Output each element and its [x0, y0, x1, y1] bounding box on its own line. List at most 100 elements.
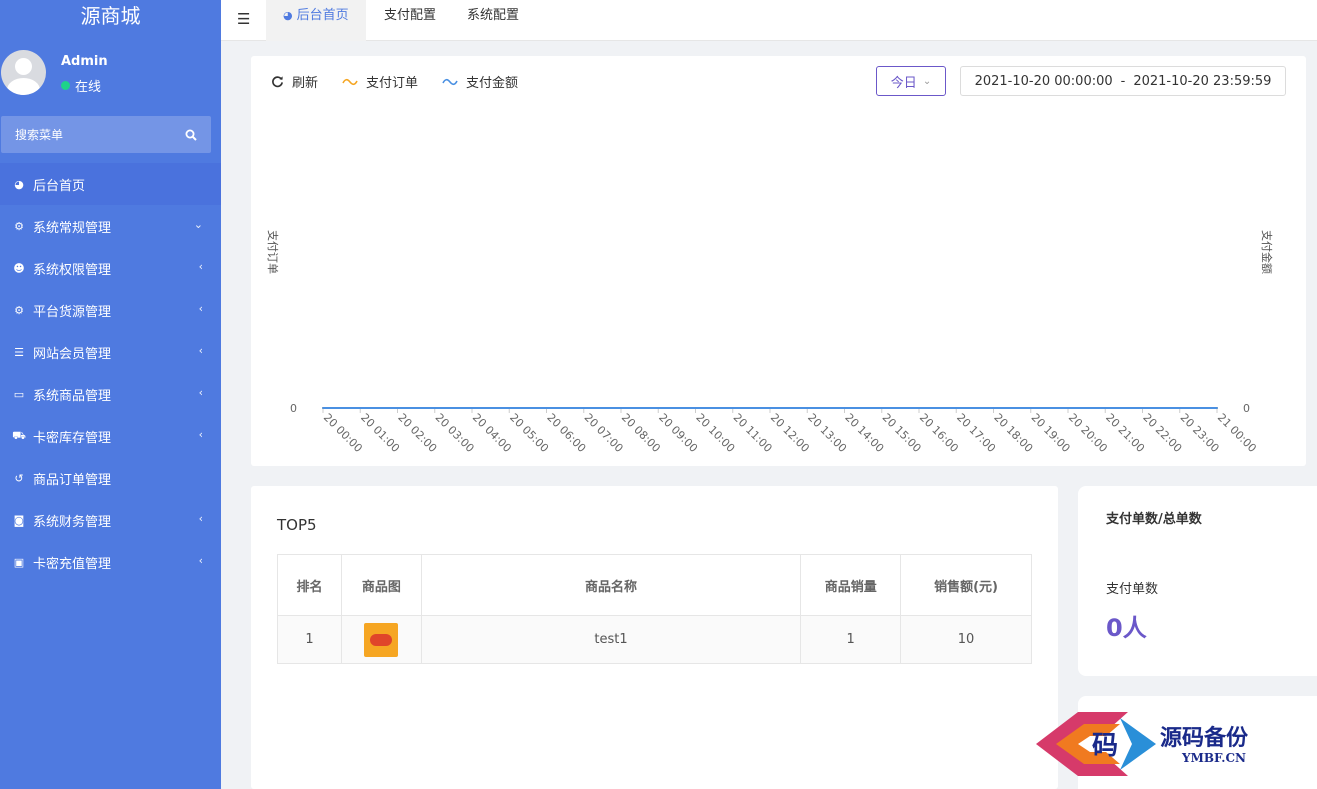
series-1-point — [918, 407, 920, 409]
search-icon[interactable] — [185, 129, 197, 141]
watermark-text: 源码备份 — [1160, 725, 1249, 751]
chevron-down-icon: ⌄ — [922, 75, 932, 87]
series-1-point — [731, 407, 734, 409]
users-icon: ☻ — [13, 261, 25, 275]
legend-orders-label: 支付订单 — [366, 76, 419, 91]
stats-label: 支付单数 — [1106, 582, 1159, 597]
period-select[interactable]: 今日 ⌄ — [876, 66, 946, 96]
stats-title: 支付单数/总单数 — [1106, 512, 1202, 527]
x-tick-label: 20 04:00 — [470, 411, 514, 455]
x-tick-label: 20 03:00 — [433, 411, 477, 455]
sidebar-item-label: 平台货源管理 — [33, 304, 112, 320]
series-1-point — [657, 407, 660, 409]
sidebar-item-3[interactable]: ⚙ 平台货源管理 ‹ — [0, 289, 221, 331]
dashboard-icon: ◕ — [14, 177, 24, 191]
sidebar-item-4[interactable]: ☰ 网站会员管理 ‹ — [0, 331, 221, 373]
legend-amount-label: 支付金额 — [466, 76, 519, 91]
date-separator: - — [1120, 73, 1126, 89]
cell-sales: 1 — [800, 615, 902, 664]
sidebar-item-5[interactable]: ▭ 系统商品管理 ‹ — [0, 373, 221, 415]
sidebar-item-2[interactable]: ☻ 系统权限管理 ‹ — [0, 247, 221, 289]
y-right-axis-label: 支付金额 — [1260, 230, 1274, 274]
x-tick-label: 20 01:00 — [358, 411, 402, 455]
sidebar-item-label: 后台首页 — [33, 178, 86, 194]
tab-dashboard-label: 后台首页 — [296, 8, 349, 23]
search-menu-input[interactable]: 搜索菜单 — [1, 116, 211, 153]
refresh-button[interactable]: 刷新 — [271, 72, 318, 91]
x-tick-label: 20 10:00 — [693, 411, 737, 455]
avatar[interactable] — [1, 50, 46, 95]
date-range-input[interactable]: 2021-10-20 00:00:00 - 2021-10-20 23:59:5… — [960, 66, 1286, 96]
cell-rank: 1 — [277, 615, 342, 664]
sidebar-item-6[interactable]: ⛟ 卡密库存管理 ‹ — [0, 415, 221, 457]
chevron-left-icon: ‹ — [198, 554, 203, 567]
x-tick-label: 20 14:00 — [842, 411, 886, 455]
top5-card: TOP5 排名 商品图 商品名称 商品销量 销售额(元) 1 test1 1 1… — [251, 486, 1058, 789]
series-1-point — [508, 407, 511, 409]
tab-system-config[interactable]: 系统配置 — [450, 0, 536, 41]
watermark-logo-char: 码 — [1092, 731, 1118, 761]
series-0-point — [1067, 407, 1069, 409]
sidebar-item-7[interactable]: ↺ 商品订单管理 — [0, 457, 221, 499]
series-1-point — [620, 407, 622, 409]
chevron-left-icon: ‹ — [198, 302, 203, 315]
legend-amount[interactable]: 支付金额 — [442, 72, 518, 91]
x-tick-label: 20 19:00 — [1029, 411, 1073, 455]
series-0-point — [992, 407, 995, 409]
brand-title: 源商城 — [80, 4, 141, 28]
user-name: Admin — [61, 54, 108, 69]
x-tick-label: 20 16:00 — [917, 411, 961, 455]
x-tick-label: 20 12:00 — [768, 411, 812, 455]
sidebar-item-1[interactable]: ⚙ 系统常规管理 ⌄ — [0, 205, 221, 247]
series-0-point — [806, 407, 809, 409]
col-rank: 排名 — [277, 554, 342, 616]
series-1-point — [694, 407, 697, 409]
x-tick-label: 21 00:00 — [1215, 411, 1259, 455]
chart-toolbar: 刷新 支付订单 支付金额 — [271, 72, 542, 91]
line-chart: 20 00:0020 01:0020 02:0020 03:0020 04:00… — [266, 230, 1274, 455]
series-0-point — [620, 407, 622, 409]
tab-payment-config[interactable]: 支付配置 — [367, 0, 453, 41]
legend-orders[interactable]: 支付订单 — [342, 72, 418, 91]
stats-value: 0人 — [1106, 614, 1147, 642]
series-0-point — [508, 407, 511, 409]
series-0-point — [545, 407, 548, 409]
product-thumbnail[interactable] — [364, 622, 399, 657]
sidebar-item-0[interactable]: ◕ 后台首页 — [0, 163, 221, 205]
watermark-url: YMBF.CN — [1182, 751, 1247, 765]
series-0-point — [396, 407, 399, 409]
sidebar-item-label: 网站会员管理 — [33, 346, 112, 362]
menu-toggle-icon[interactable]: ☰ — [237, 10, 250, 28]
series-0-point — [769, 407, 771, 409]
series-0-point — [582, 407, 585, 409]
series-1-point — [359, 407, 362, 409]
series-0-point — [1104, 407, 1107, 409]
sidebar-item-8[interactable]: ◙ 系统财务管理 ‹ — [0, 499, 221, 541]
series-0-point — [880, 407, 883, 409]
chevron-left-icon: ‹ — [198, 512, 203, 525]
series-1-point — [433, 407, 436, 409]
list-icon: ☰ — [14, 345, 24, 359]
cell-name: test1 — [420, 615, 802, 664]
series-1-point — [992, 407, 995, 409]
sidebar: 源商城 Admin 在线 搜索菜单 ◕ 后台首页 ⚙ 系统常规管理 ⌄ ☻ 系统权限管理 ‹ ⚙… — [0, 0, 221, 789]
sidebar-item-label: 系统常规管理 — [33, 220, 112, 236]
online-dot-icon — [61, 81, 70, 90]
series-1-point — [545, 407, 548, 409]
series-1-point — [1029, 407, 1032, 409]
series-0-point — [694, 407, 697, 409]
sidebar-item-label: 系统权限管理 — [33, 262, 112, 278]
money-icon: ▣ — [13, 555, 25, 569]
sidebar-item-label: 卡密充值管理 — [33, 556, 112, 572]
tab-dashboard[interactable]: ◕ 后台首页 — [266, 0, 366, 41]
date-end: 2021-10-20 23:59:59 — [1133, 73, 1272, 89]
wave-amount-icon — [442, 78, 458, 85]
period-label: 今日 — [890, 75, 917, 91]
binoculars-icon: ◙ — [13, 513, 25, 527]
cell-amount: 10 — [900, 615, 1032, 664]
series-1-point — [1178, 407, 1181, 409]
sidebar-item-9[interactable]: ▣ 卡密充值管理 ‹ — [0, 541, 221, 583]
user-status-label: 在线 — [75, 80, 102, 95]
table-row: 1 test1 1 10 — [277, 615, 1032, 664]
series-0-point — [359, 407, 362, 409]
